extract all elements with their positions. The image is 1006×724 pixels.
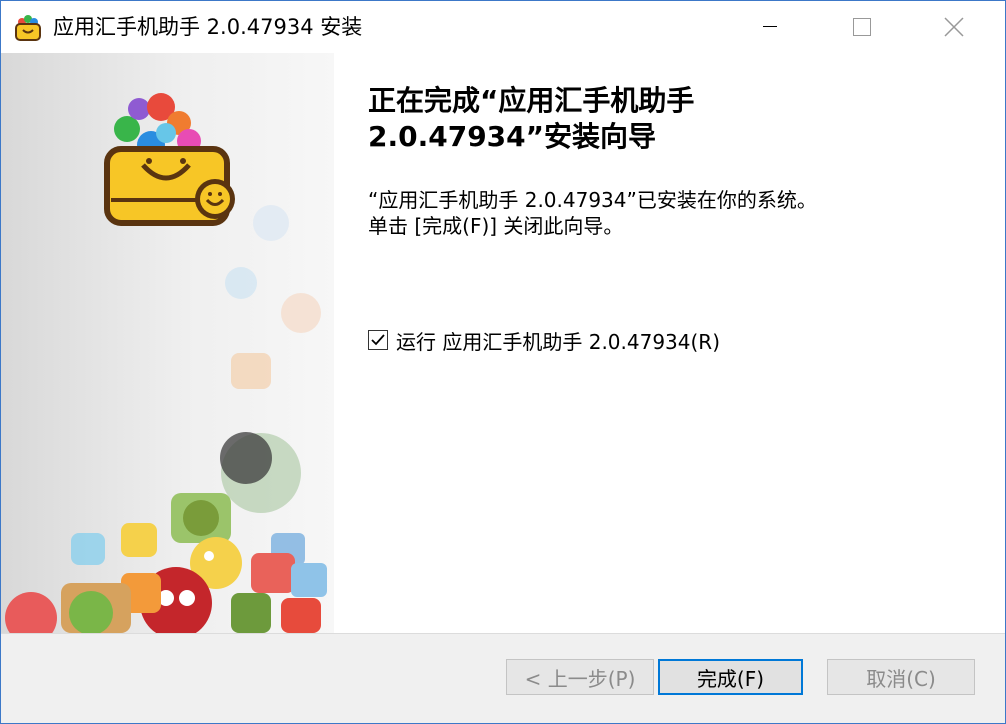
maximize-icon <box>853 18 871 36</box>
heading-line-2: 2.0.47934”安装向导 <box>368 120 657 153</box>
button-bar: < 上一步(P) 完成(F) 取消(C) <box>1 633 1005 723</box>
heading-line-1: 正在完成“应用汇手机助手 <box>368 84 695 117</box>
finish-page: 正在完成“应用汇手机助手 2.0.47934”安装向导 “应用汇手机助手 2.0… <box>334 53 1005 633</box>
page-heading: 正在完成“应用汇手机助手 2.0.47934”安装向导 <box>368 83 968 155</box>
checkmark-icon <box>371 334 385 346</box>
window-title: 应用汇手机助手 2.0.47934 安装 <box>53 15 363 39</box>
message-line-2: 单击 [完成(F)] 关闭此向导。 <box>368 214 624 238</box>
title-bar[interactable]: 应用汇手机助手 2.0.47934 安装 <box>1 1 1005 53</box>
run-app-label[interactable]: 运行 应用汇手机助手 2.0.47934(R) <box>396 326 720 355</box>
minimize-icon <box>763 26 777 27</box>
message-line-1: “应用汇手机助手 2.0.47934”已安装在你的系统。 <box>368 188 817 212</box>
maximize-button[interactable] <box>833 1 891 53</box>
installer-window: 应用汇手机助手 2.0.47934 安装 正在完成“应用汇手机助手 2.0.47… <box>0 0 1006 724</box>
minimize-button[interactable] <box>741 1 799 53</box>
close-icon <box>944 17 964 37</box>
cancel-button[interactable]: 取消(C) <box>827 659 975 695</box>
completion-message: “应用汇手机助手 2.0.47934”已安装在你的系统。 单击 [完成(F)] … <box>368 187 817 239</box>
banner-illustration <box>5 93 327 633</box>
finish-button[interactable]: 完成(F) <box>658 659 803 695</box>
app-logo-icon <box>15 15 41 41</box>
run-app-option[interactable]: 运行 应用汇手机助手 2.0.47934(R) <box>368 325 720 355</box>
welcome-banner <box>1 53 334 633</box>
back-button[interactable]: < 上一步(P) <box>506 659 654 695</box>
run-app-checkbox[interactable] <box>368 330 388 350</box>
close-button[interactable] <box>925 1 983 53</box>
